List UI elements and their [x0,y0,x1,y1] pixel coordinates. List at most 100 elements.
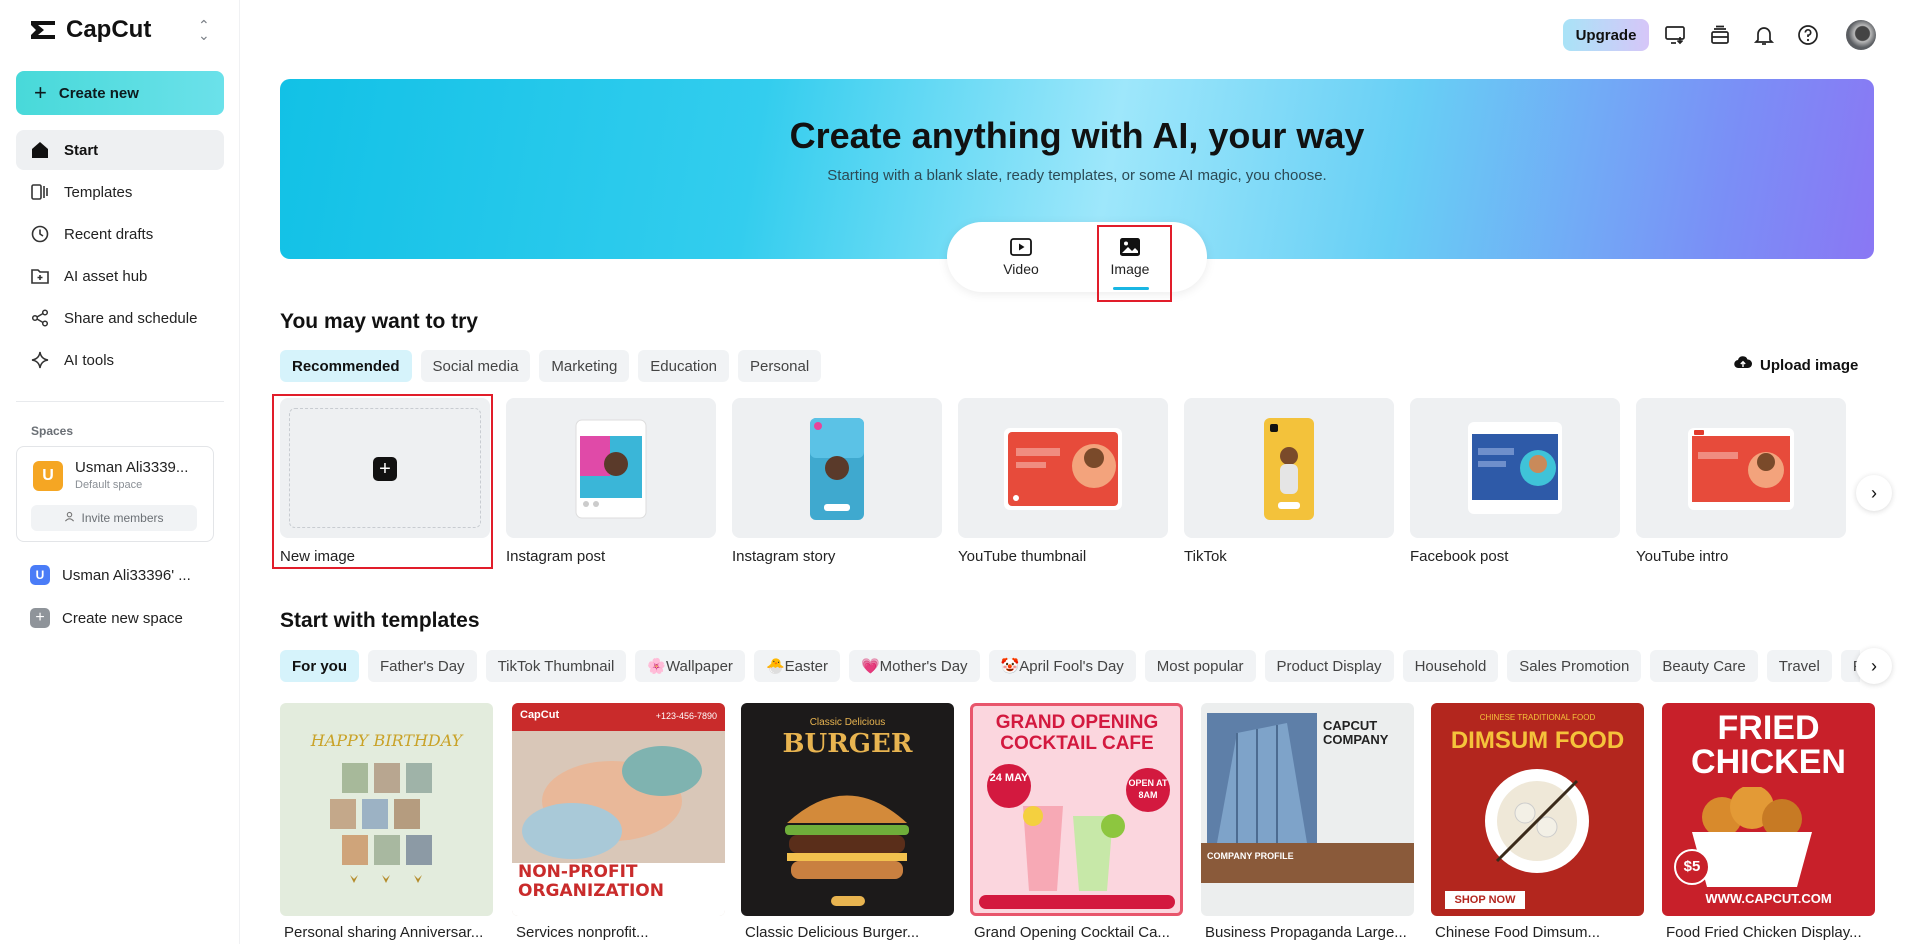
sidebar-item-start[interactable]: Start [16,130,224,170]
tab-product-display[interactable]: Product Display [1264,650,1394,682]
card-label: Instagram story [732,548,836,565]
space-name: Usman Ali3339... [75,459,189,476]
template-card[interactable]: CapCut +123-456-7890 NON-PROFIT ORGANIZA… [512,703,725,941]
template-phone: +123-456-7890 [655,711,717,721]
create-new-label: Create new [58,84,139,102]
template-caption: Services nonprofit... [516,924,649,941]
template-card[interactable]: CHINESE TRADITIONAL FOOD DIMSUM FOOD SHO… [1431,703,1644,941]
play-icon [986,236,1056,258]
tab-mothers-day[interactable]: 💗Mother's Day [848,650,980,682]
notification-bell-icon[interactable] [1751,22,1777,48]
sidebar-item-recent-drafts[interactable]: Recent drafts [16,214,224,254]
space-card[interactable]: U Usman Ali3339... Default space Invite … [16,446,214,542]
tab-fathers-day[interactable]: Father's Day [368,650,477,682]
card-youtube-intro[interactable]: YouTube intro [1636,398,1846,565]
tab-recommended[interactable]: Recommended [280,350,412,382]
capcut-logo[interactable]: CapCut [28,16,151,44]
tabs-scroll-right-button[interactable]: › [1856,648,1892,684]
share-icon [30,308,50,328]
sidebar-item-templates[interactable]: Templates [16,172,224,212]
template-headline: HAPPY BIRTHDAY [310,731,463,750]
mode-video-tab[interactable]: Video [986,236,1056,277]
card-label: YouTube intro [1636,548,1729,565]
storage-icon[interactable] [1707,22,1733,48]
tab-tiktok-thumbnail[interactable]: TikTok Thumbnail [485,650,627,682]
sidebar-item-ai-asset-hub[interactable]: AI asset hub [16,256,224,296]
template-thumb: CHINESE TRADITIONAL FOOD DIMSUM FOOD SHO… [1431,703,1644,916]
plus-icon: + [34,80,47,105]
template-card[interactable]: CAPCUT COMPANY COMPANY PROFILE Business … [1201,703,1414,941]
space-avatar: U [33,461,63,491]
card-facebook-post[interactable]: Facebook post [1410,398,1620,565]
user-avatar[interactable] [1846,20,1876,50]
sidebar-item-label: AI tools [64,351,115,369]
template-caption: Personal sharing Anniversar... [284,924,484,941]
invite-members-button[interactable]: Invite members [31,505,197,531]
template-headline: FRIED CHICKEN [1691,709,1846,781]
tab-most-popular[interactable]: Most popular [1144,650,1256,682]
cloud-upload-icon [1734,355,1753,375]
tab-wallpaper[interactable]: 🌸Wallpaper [635,650,745,682]
upload-image-button[interactable]: Upload image [1734,355,1858,375]
template-card[interactable]: Classic Delicious BURGER Classic Delicio… [741,703,954,941]
tab-marketing[interactable]: Marketing [539,350,630,382]
sidebar-item-share-schedule[interactable]: Share and schedule [16,298,224,338]
template-caption: Grand Opening Cocktail Ca... [974,924,1170,941]
sidebar-divider [16,401,224,402]
capcut-logo-icon [28,17,58,43]
tab-travel[interactable]: Travel [1766,650,1832,682]
home-icon [30,140,50,160]
scroll-right-button[interactable]: › [1856,475,1892,511]
template-thumb: CAPCUT COMPANY COMPANY PROFILE [1201,703,1414,916]
card-label: Facebook post [1410,548,1509,565]
download-desktop-icon[interactable] [1662,22,1688,48]
folder-plus-icon [30,266,50,286]
card-label: YouTube thumbnail [958,548,1087,565]
try-filter-tabs: Recommended Social media Marketing Educa… [280,350,822,382]
templates-icon [30,182,50,202]
plus-icon: + [30,608,50,628]
card-instagram-story[interactable]: Instagram story [732,398,942,565]
clock-icon [30,224,50,244]
tab-beauty-care[interactable]: Beauty Care [1650,650,1758,682]
sidebar-item-ai-tools[interactable]: AI tools [16,340,224,380]
upgrade-button[interactable]: Upgrade [1563,19,1649,51]
sidebar-item-label: Start [64,141,99,159]
try-cards: + New image Instagram post Instagram sto… [280,398,1860,568]
card-thumb [732,398,942,538]
template-caption: Chinese Food Dimsum... [1435,924,1601,941]
space-subtitle: Default space [75,479,143,491]
tab-for-you[interactable]: For you [280,650,359,682]
sidebar-item-label: Share and schedule [64,309,198,327]
create-new-space-button[interactable]: + Create new space [30,608,183,628]
person-icon [64,511,75,525]
template-cta: SHOP NOW [1445,891,1525,909]
sparkle-icon [30,350,50,370]
template-thumb: CapCut +123-456-7890 NON-PROFIT ORGANIZA… [512,703,725,916]
tab-april-fools-day[interactable]: 🤡April Fool's Day [988,650,1136,682]
tab-household[interactable]: Household [1402,650,1499,682]
card-thumb [1184,398,1394,538]
tab-personal[interactable]: Personal [738,350,822,382]
help-icon[interactable] [1795,22,1821,48]
tab-easter[interactable]: 🐣Easter [753,650,840,682]
space-avatar: U [30,565,50,585]
hero-title: Create anything with AI, your way [789,115,1365,156]
create-new-button[interactable]: + Create new [16,71,224,115]
tab-sales-promotion[interactable]: Sales Promotion [1507,650,1642,682]
tab-education[interactable]: Education [638,350,729,382]
space-item-second[interactable]: U Usman Ali33396' ... [30,565,191,585]
card-tiktok[interactable]: TikTok [1184,398,1394,565]
template-sub: COMPANY PROFILE [1207,851,1294,861]
template-caption: Classic Delicious Burger... [745,924,920,941]
tab-social-media[interactable]: Social media [420,350,531,382]
template-card[interactable]: HAPPY BIRTHDAY Personal sharing Annivers… [280,703,493,941]
card-instagram-post[interactable]: Instagram post [506,398,716,565]
card-youtube-thumbnail[interactable]: YouTube thumbnail [958,398,1168,565]
sidebar-nav: Start Templates Recent drafts AI asset h… [16,130,224,382]
template-card[interactable]: FRIED CHICKEN $5 WWW.CAPCUT.COM Food Fri… [1662,703,1875,941]
workspace-switch-icon[interactable]: ⌃ ⌄ [198,18,210,42]
template-card[interactable]: GRAND OPENING COCKTAIL CAFE 24 MAY OPEN … [970,703,1183,941]
template-sub: CHINESE TRADITIONAL FOOD [1479,713,1596,722]
card-thumb [506,398,716,538]
